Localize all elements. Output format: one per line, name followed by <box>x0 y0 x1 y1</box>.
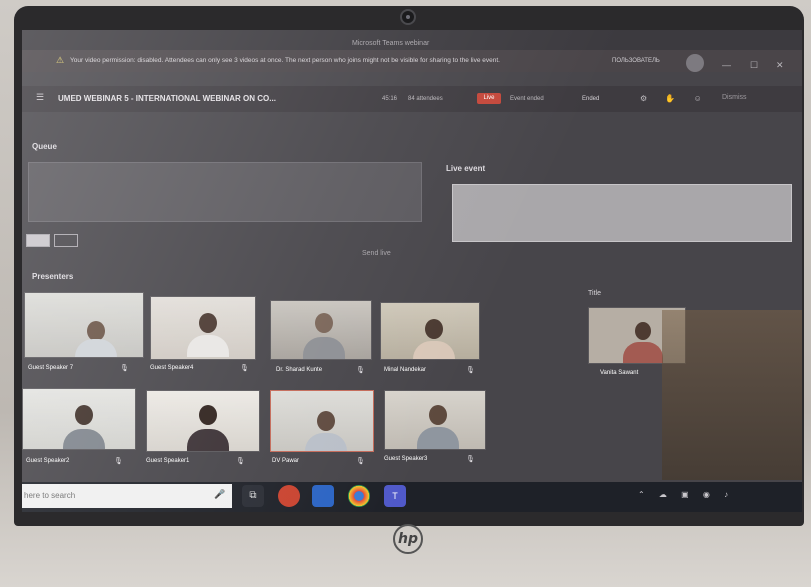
user-name: ПОЛЬЗОВАТЕЛЬ <box>612 58 660 64</box>
laptop-body: Microsoft Teams webinar ⚠ Your video per… <box>0 0 811 587</box>
meeting-controls[interactable]: ⚙ ✋ ☺ <box>640 94 710 103</box>
mic-icon[interactable]: 🎙 <box>356 457 365 465</box>
mic-icon[interactable]: 🎙 <box>120 364 129 372</box>
presenter-name: Guest Speaker2 <box>26 458 70 464</box>
leave-button[interactable]: Dismiss <box>722 94 747 101</box>
office-icon[interactable] <box>278 485 300 507</box>
menu-icon[interactable]: ☰ <box>36 92 44 103</box>
presenter-name: Minal Nandekar <box>384 367 427 373</box>
attendee-count[interactable]: 84 attendees <box>408 96 443 102</box>
presenter-tile[interactable] <box>150 296 256 360</box>
meeting-timer: 45:16 <box>382 96 398 102</box>
mic-icon[interactable]: 🎙 <box>356 366 365 374</box>
presenter-tile[interactable] <box>24 292 144 358</box>
mic-icon[interactable]: 🎙 <box>466 366 475 374</box>
chrome-icon[interactable] <box>348 485 370 507</box>
system-tray[interactable]: ⌃ ☁ ▣ ◉ ♪ <box>638 490 734 499</box>
send-live-button[interactable]: Send live <box>362 250 391 257</box>
ended-label: Ended <box>582 96 600 102</box>
presenter-name: Dr. Sharad Kunte <box>276 367 323 373</box>
presenter-name: Guest Speaker 7 <box>28 365 74 371</box>
teams-icon[interactable]: T <box>384 485 406 507</box>
avatar[interactable] <box>686 54 704 72</box>
meeting-title: UMED WEBINAR 5 - INTERNATIONAL WEBINAR O… <box>58 94 276 103</box>
close-button[interactable]: ✕ <box>776 60 784 71</box>
task-view-icon[interactable]: ⧉ <box>242 485 264 507</box>
presenters-label: Presenters <box>32 272 74 281</box>
warning-icon: ⚠ <box>56 55 65 65</box>
minimize-button[interactable]: — <box>722 60 731 70</box>
window-title: Microsoft Teams webinar <box>352 40 430 47</box>
store-icon[interactable] <box>312 485 334 507</box>
live-event-preview[interactable] <box>452 184 792 242</box>
queue-label: Queue <box>32 142 57 151</box>
presenter-tile[interactable] <box>384 390 486 450</box>
teams-window: Microsoft Teams webinar ⚠ Your video per… <box>22 30 802 512</box>
mic-icon[interactable]: 🎙 <box>114 457 123 465</box>
presenter-name: DV Pawar <box>272 458 300 464</box>
presenter-tile[interactable] <box>146 390 260 452</box>
hp-logo: hp <box>393 524 423 554</box>
webcam-icon <box>400 9 416 25</box>
microphone-icon[interactable]: 🎤 <box>214 489 225 500</box>
presenter-name: Guest Speaker3 <box>384 456 428 462</box>
mic-icon[interactable]: 🎙 <box>236 457 245 465</box>
split-layout-button[interactable] <box>54 234 78 247</box>
presenter-name: Guest Speaker1 <box>146 458 190 464</box>
notice-text: Your video permission: disabled. Attende… <box>70 57 500 64</box>
presenter-name: Vanita Sawant <box>600 370 639 376</box>
reflection-overlay <box>662 310 802 480</box>
single-layout-button[interactable] <box>26 234 50 247</box>
mic-icon[interactable]: 🎙 <box>240 364 249 372</box>
queue-preview[interactable] <box>28 162 422 222</box>
event-status: Event ended <box>510 96 544 102</box>
maximize-button[interactable]: ☐ <box>750 60 758 71</box>
presenter-tile[interactable] <box>380 302 480 360</box>
mic-icon[interactable]: 🎙 <box>466 455 475 463</box>
presenter-tile[interactable] <box>22 388 136 450</box>
presenter-name: Guest Speaker4 <box>150 365 194 371</box>
title-label: Title <box>588 290 601 297</box>
live-badge: Live <box>477 93 501 104</box>
search-placeholder: here to search <box>24 491 76 500</box>
live-event-label: Live event <box>446 164 486 173</box>
presenter-tile[interactable] <box>270 390 374 452</box>
presenter-tile[interactable] <box>270 300 372 360</box>
